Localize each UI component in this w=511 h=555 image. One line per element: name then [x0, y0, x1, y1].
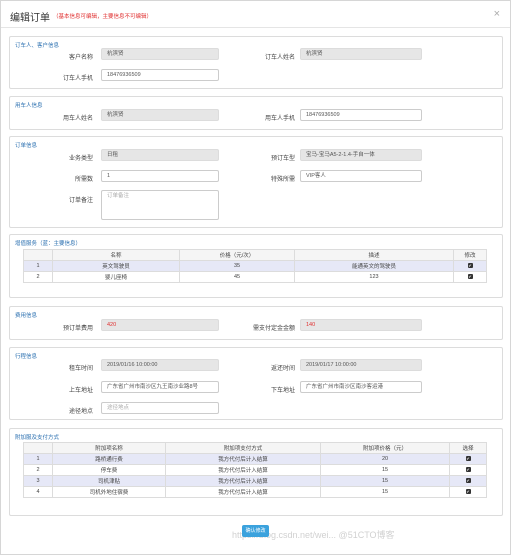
pickup-address-input[interactable]: 广东省广州市南沙区九王南沙业路8号: [101, 381, 219, 393]
user-phone-input[interactable]: 18476936509: [300, 109, 422, 121]
services-header: 名称: [52, 249, 180, 261]
close-icon[interactable]: ×: [494, 8, 500, 20]
service-name: 婴儿座椅: [52, 271, 180, 283]
row-index: 3: [23, 475, 53, 487]
deposit-label: 需支付定金金额: [252, 326, 295, 332]
orderer-phone-label: 订车人手机: [62, 76, 93, 82]
extra-header: 附加项支付方式: [165, 442, 321, 454]
trip-section-title: 行程信息: [15, 354, 38, 360]
extra-method: 我方代付后计入结算: [165, 453, 321, 465]
service-price: 35: [179, 260, 295, 272]
extra-header: 附加项价格（元）: [320, 442, 450, 454]
orderer-section-title: 订车人、客户信息: [15, 43, 60, 49]
extra-method: 我方代付后计入结算: [165, 464, 321, 476]
car-type-field: 宝马-宝马A5-2-1.4-手自一体: [300, 149, 422, 161]
car-count-input[interactable]: 1: [101, 170, 219, 182]
service-price: 45: [179, 271, 295, 283]
extra-price: 15: [320, 475, 450, 487]
special-input[interactable]: VIP客人: [300, 170, 422, 182]
checkbox-checked-icon[interactable]: ✔: [465, 467, 471, 472]
extra-name: 司机外地住宿费: [52, 486, 166, 498]
order-section-title: 订单信息: [15, 143, 38, 149]
orderer-phone-input[interactable]: 18476936509: [101, 69, 219, 81]
row-index: 2: [23, 271, 53, 283]
extra-header: 附加项名称: [52, 442, 166, 454]
biz-type-label: 业务类型: [68, 156, 93, 162]
pickup-time-label: 租车时间: [68, 366, 93, 372]
user-phone-label: 用车人手机: [264, 116, 295, 122]
extra-section-title: 附加服及支付方式: [15, 435, 60, 441]
return-time-field: 2019/01/17 10:00:00: [300, 359, 422, 371]
row-index: 2: [23, 464, 53, 476]
row-index: 1: [23, 453, 53, 465]
via-input[interactable]: 途径地点: [101, 402, 219, 414]
user-name-label: 用车人姓名: [62, 116, 93, 122]
fee-field: 420: [101, 319, 219, 331]
dialog-title: 编辑订单: [10, 13, 50, 24]
fee-label: 预订单费用: [62, 326, 93, 332]
remark-label: 订单备注: [68, 198, 93, 204]
checkbox-checked-icon[interactable]: ✔: [467, 274, 473, 279]
services-table: 名称 价格（元/次） 描述 修改 1 英文驾驶员 35 能通英文的驾驶员 ✔ 2…: [23, 249, 487, 283]
services-header: 修改: [453, 249, 487, 261]
table-row[interactable]: 1 路桥通行费 我方代付后计入结算 20 ✔: [23, 453, 487, 465]
user-name-field: 杭滨贤: [101, 109, 219, 121]
pickup-time-field: 2019/01/16 10:00:00: [101, 359, 219, 371]
checkbox-checked-icon[interactable]: ✔: [465, 478, 471, 483]
dropoff-address-input[interactable]: 广东省广州市南沙区南沙客运港: [300, 381, 422, 393]
table-row[interactable]: 3 司机津贴 我方代付后计入结算 15 ✔: [23, 475, 487, 487]
table-row[interactable]: 1 英文驾驶员 35 能通英文的驾驶员 ✔: [23, 260, 487, 272]
table-row[interactable]: 2 婴儿座椅 45 123 ✔: [23, 271, 487, 283]
fees-section-title: 费用信息: [15, 313, 38, 319]
services-header: 描述: [294, 249, 454, 261]
service-name: 英文驾驶员: [52, 260, 180, 272]
extra-price: 20: [320, 453, 450, 465]
table-row[interactable]: 4 司机外地住宿费 我方代付后计入结算 15 ✔: [23, 486, 487, 498]
return-time-label: 返还时间: [270, 366, 295, 372]
service-desc: 能通英文的驾驶员: [294, 260, 454, 272]
row-index: 1: [23, 260, 53, 272]
service-desc: 123: [294, 271, 454, 283]
deposit-field: 140: [300, 319, 422, 331]
extra-header: [23, 442, 53, 454]
extra-name: 路桥通行费: [52, 453, 166, 465]
orderer-name-label: 订车人姓名: [264, 55, 295, 61]
pickup-address-label: 上车地址: [68, 388, 93, 394]
user-section-title: 用车人信息: [15, 103, 43, 109]
dialog-header: 编辑订单 （基本信息可编辑，主要信息不可编辑） ×: [1, 1, 510, 28]
extra-method: 我方代付后计入结算: [165, 475, 321, 487]
car-count-label: 所需数: [74, 177, 93, 183]
orderer-name-field: 杭滨贤: [300, 48, 422, 60]
checkbox-checked-icon[interactable]: ✔: [465, 456, 471, 461]
special-label: 特殊所需: [270, 177, 295, 183]
checkbox-checked-icon[interactable]: ✔: [467, 263, 473, 268]
submit-button[interactable]: 确认修改: [242, 525, 269, 537]
services-header: [23, 249, 53, 261]
biz-type-field: 日租: [101, 149, 219, 161]
edit-order-dialog: 编辑订单 （基本信息可编辑，主要信息不可编辑） × 订车人、客户信息 客户名称 …: [0, 0, 511, 555]
extra-price: 15: [320, 486, 450, 498]
services-section-title: 增值服务（蓝：主要信息）: [15, 241, 82, 247]
extra-price: 15: [320, 464, 450, 476]
extra-table: 附加项名称 附加项支付方式 附加项价格（元） 选择 1 路桥通行费 我方代付后计…: [23, 442, 487, 498]
via-label: 途径地点: [68, 409, 93, 415]
edit-notice: （基本信息可编辑，主要信息不可编辑）: [53, 14, 153, 20]
extra-header: 选择: [449, 442, 487, 454]
table-row[interactable]: 2 停车费 我方代付后计入结算 15 ✔: [23, 464, 487, 476]
extra-method: 我方代付后计入结算: [165, 486, 321, 498]
customer-field: 杭滨贤: [101, 48, 219, 60]
car-type-label: 预订车型: [270, 156, 295, 162]
dropoff-address-label: 下车地址: [270, 388, 295, 394]
services-header: 价格（元/次）: [179, 249, 295, 261]
remark-textarea[interactable]: 订单备注: [101, 190, 219, 220]
extra-name: 司机津贴: [52, 475, 166, 487]
checkbox-checked-icon[interactable]: ✔: [465, 489, 471, 494]
customer-label: 客户名称: [68, 55, 93, 61]
row-index: 4: [23, 486, 53, 498]
extra-name: 停车费: [52, 464, 166, 476]
